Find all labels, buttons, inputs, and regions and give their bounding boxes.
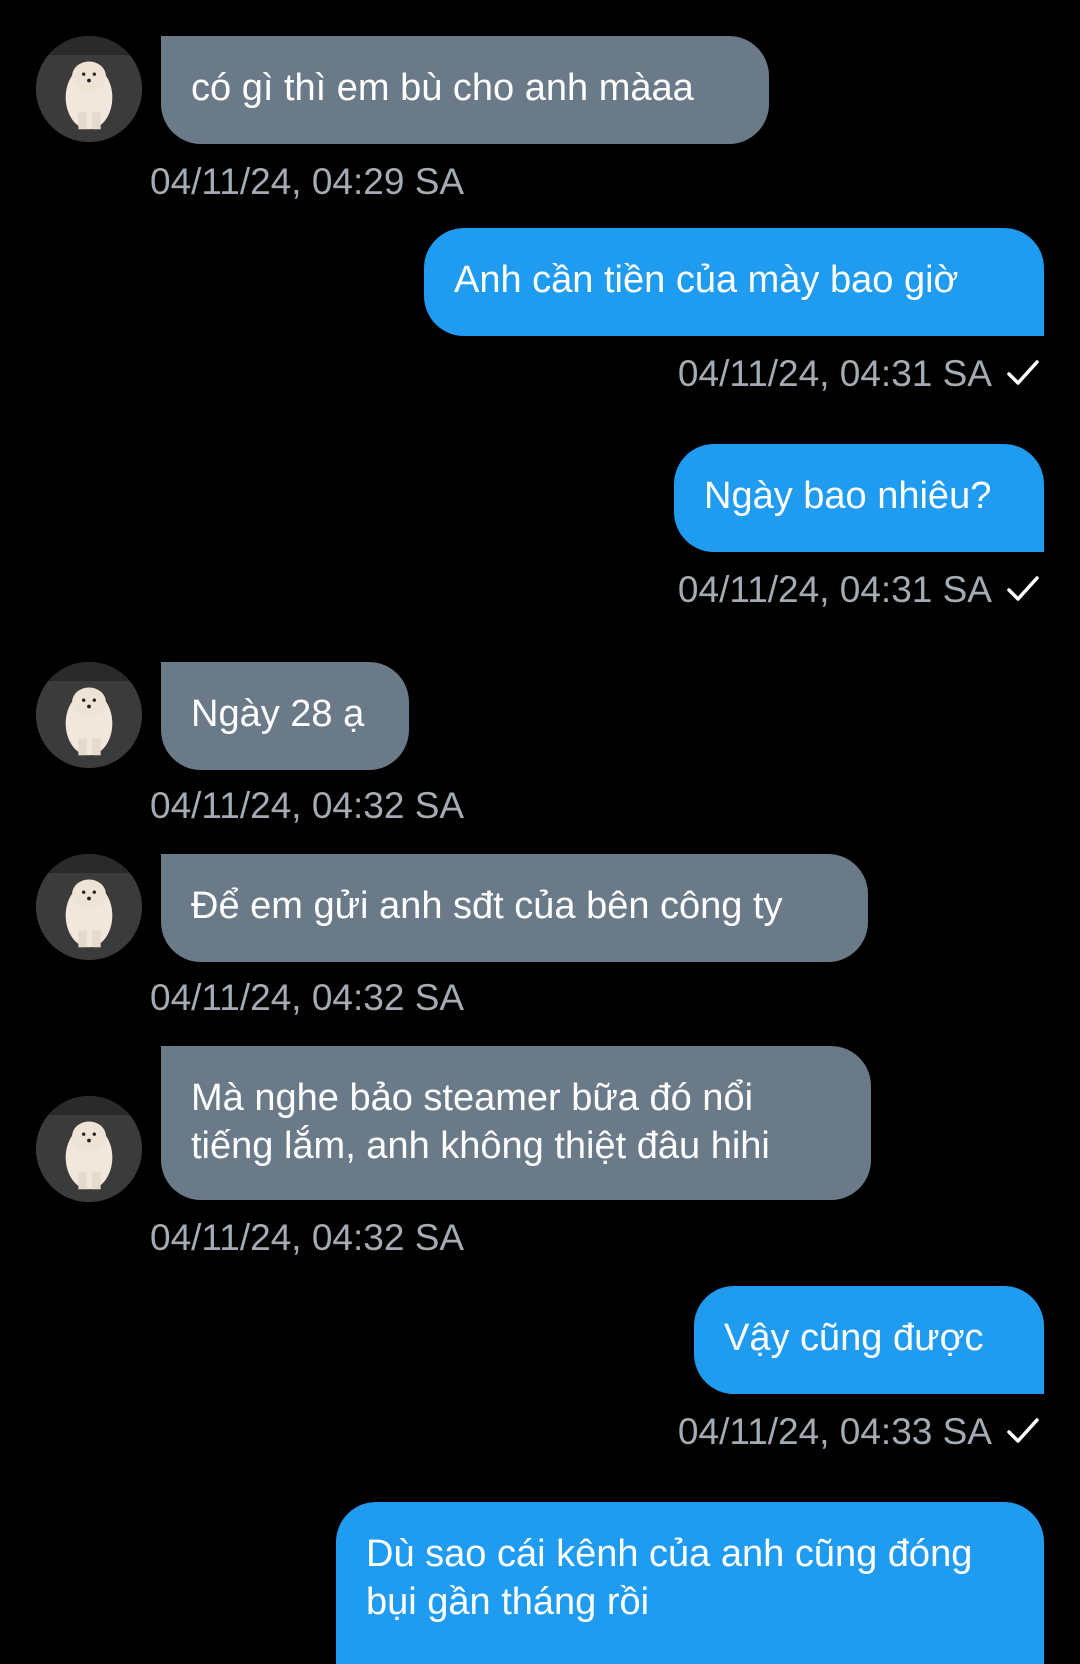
contact-avatar-dog-icon[interactable] [36, 1096, 142, 1202]
checkmark-icon [1006, 1416, 1040, 1446]
incoming-message-bubble[interactable]: Mà nghe bảo steamer bữa đó nổi tiếng lắm… [161, 1046, 871, 1200]
contact-avatar-dog-icon[interactable] [36, 854, 142, 960]
outgoing-message-bubble[interactable]: Vậy cũng được [694, 1286, 1044, 1394]
incoming-message-bubble[interactable]: Để em gửi anh sđt của bên công ty [161, 854, 868, 962]
message-timestamp: 04/11/24, 04:33 SA [678, 1410, 1040, 1454]
message-text: Ngày 28 ạ [191, 693, 365, 735]
incoming-message-bubble[interactable]: Ngày 28 ạ [161, 662, 409, 770]
message-timestamp: 04/11/24, 04:31 SA [678, 352, 1040, 396]
chat-thread: có gì thì em bù cho anh màaa 04/11/24, 0… [0, 0, 1080, 1664]
message-timestamp: 04/11/24, 04:29 SA [150, 161, 465, 202]
outgoing-message-bubble[interactable]: Ngày bao nhiêu? [674, 444, 1044, 552]
message-text: Vậy cũng được [724, 1317, 984, 1359]
outgoing-message-bubble[interactable]: Dù sao cái kênh của anh cũng đóng bụi gầ… [336, 1502, 1044, 1664]
contact-avatar-dog-icon[interactable] [36, 662, 142, 768]
checkmark-icon [1006, 574, 1040, 604]
message-text: Mà nghe bảo steamer bữa đó nổi tiếng lắm… [191, 1077, 770, 1167]
outgoing-message-bubble[interactable]: Anh cần tiền của mày bao giờ [424, 228, 1044, 336]
message-timestamp: 04/11/24, 04:32 SA [150, 977, 465, 1018]
message-timestamp: 04/11/24, 04:32 SA [150, 1217, 465, 1258]
contact-avatar-dog-icon[interactable] [36, 36, 142, 142]
message-timestamp: 04/11/24, 04:32 SA [150, 785, 465, 826]
message-text: có gì thì em bù cho anh màaa [191, 67, 694, 109]
message-text: Anh cần tiền của mày bao giờ [454, 259, 959, 301]
message-text: Ngày bao nhiêu? [704, 475, 992, 517]
checkmark-icon [1006, 358, 1040, 388]
message-text: Để em gửi anh sđt của bên công ty [191, 885, 783, 927]
message-timestamp: 04/11/24, 04:31 SA [678, 568, 1040, 612]
incoming-message-bubble[interactable]: có gì thì em bù cho anh màaa [161, 36, 769, 144]
message-text: Dù sao cái kênh của anh cũng đóng bụi gầ… [366, 1533, 973, 1623]
